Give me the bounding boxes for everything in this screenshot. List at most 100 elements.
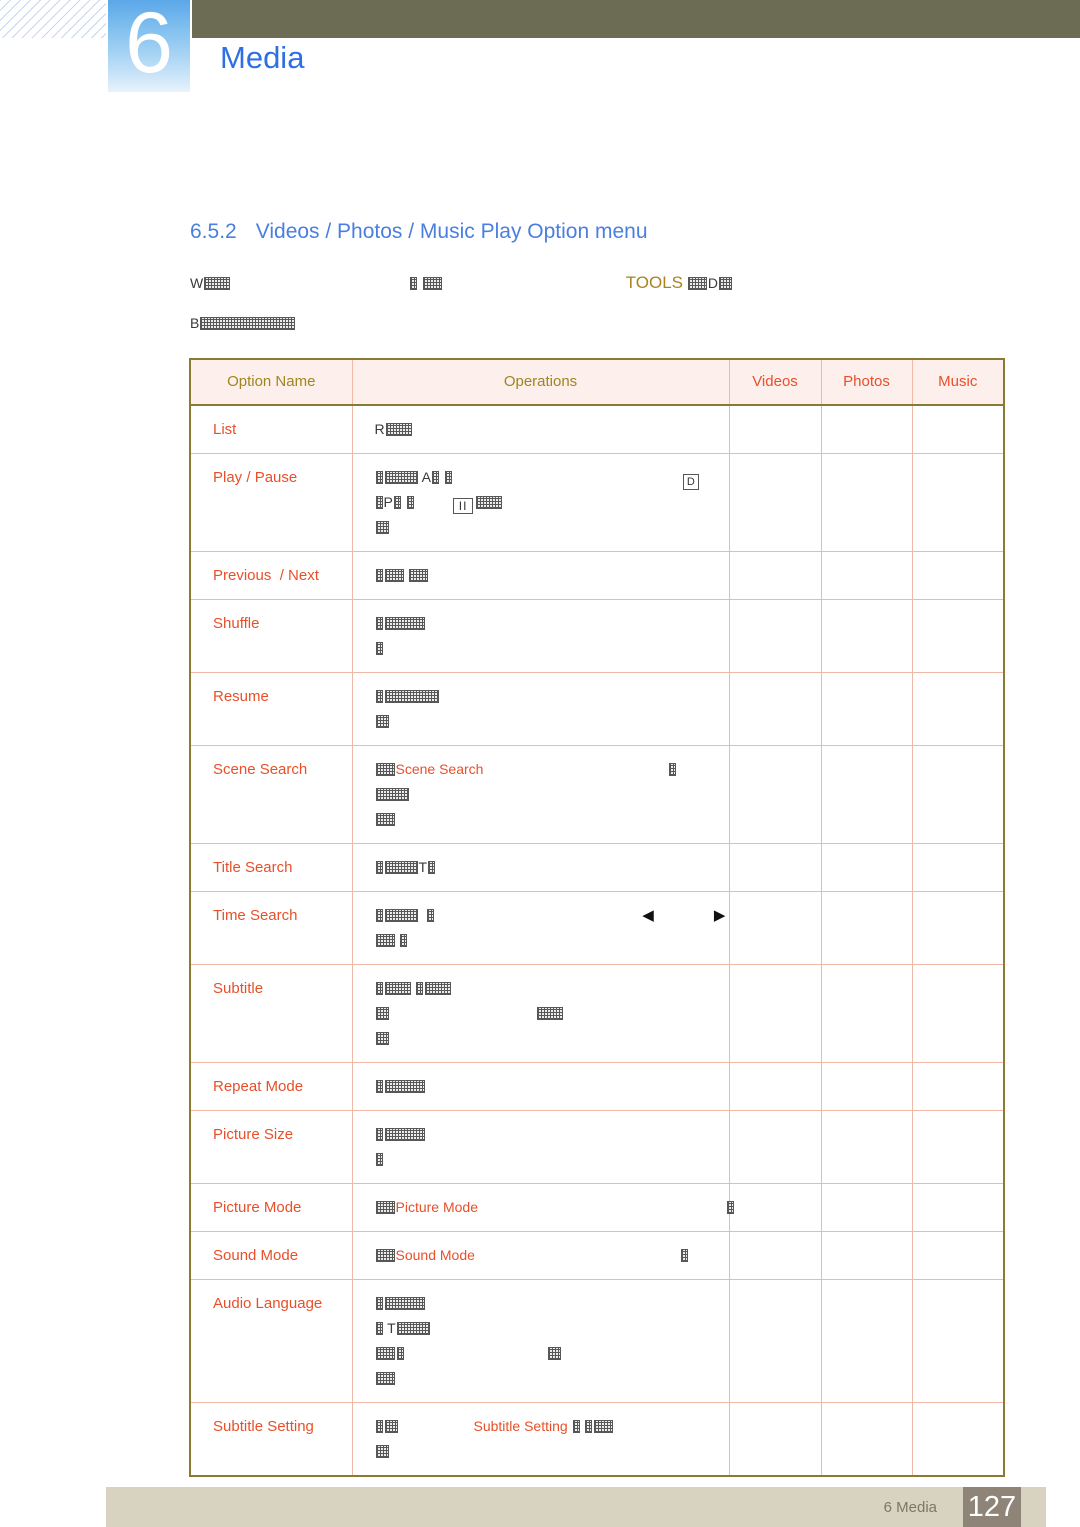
option-name-list: List — [189, 404, 353, 454]
support-music — [911, 1231, 1005, 1280]
label-previous: Previous — [213, 567, 272, 584]
label-slash: / — [246, 469, 251, 486]
support-videos — [728, 1110, 822, 1184]
intro-paragraph-1: W TOOLS D — [190, 273, 733, 293]
column-header-option-name: Option Name — [189, 358, 353, 406]
operation-line — [375, 1341, 729, 1366]
support-photos — [820, 1110, 913, 1184]
operations-time-search: ◀ ▶ — [351, 891, 730, 965]
operations-picture-size — [351, 1110, 730, 1184]
column-header-operations: Operations — [351, 358, 730, 406]
operation-line — [375, 807, 729, 832]
label-pause: Pause — [254, 469, 298, 486]
support-photos — [820, 1279, 913, 1403]
support-videos — [728, 1402, 822, 1477]
label-play: Play — [213, 469, 243, 486]
option-name-title-search: Title Search — [189, 843, 353, 892]
operation-line: A D — [375, 465, 729, 490]
support-photos — [820, 964, 913, 1063]
table-header-row: Option Name Operations Videos Photos Mus… — [189, 358, 1005, 406]
column-header-music: Music — [911, 358, 1005, 406]
option-name-previous-next: Previous / Next — [189, 551, 353, 600]
option-name-time-search: Time Search — [189, 891, 353, 965]
section-title: Videos / Photos / Music Play Option menu — [255, 220, 648, 243]
operations-list: R — [351, 404, 730, 454]
operation-line — [375, 782, 729, 807]
intro-prefix-w: W — [190, 275, 204, 291]
support-music — [911, 453, 1005, 552]
table-row: Play / Pause A D P II — [189, 453, 1005, 552]
redacted-glyphs — [422, 277, 442, 290]
support-videos — [728, 1231, 822, 1280]
pause-key-icon: II — [452, 498, 474, 514]
support-music — [911, 404, 1005, 454]
redacted-glyphs — [385, 423, 412, 436]
intro-paragraph-2: B — [190, 313, 296, 333]
support-photos — [820, 745, 913, 844]
operation-line — [375, 1291, 729, 1316]
support-music — [911, 1279, 1005, 1403]
table-row: Time Search ◀ ▶ — [189, 891, 1005, 965]
table-row: List R — [189, 404, 1005, 454]
operations-resume — [351, 672, 730, 746]
redacted-glyphs — [687, 277, 707, 290]
option-name-subtitle-setting: Subtitle Setting — [189, 1402, 353, 1477]
support-music — [911, 891, 1005, 965]
option-name-scene-search: Scene Search — [189, 745, 353, 844]
support-photos — [820, 672, 913, 746]
table-row: Title Search T — [189, 843, 1005, 892]
table-row: Scene Search Scene Search — [189, 745, 1005, 844]
support-videos — [728, 453, 822, 552]
footer-chapter-label: 6 Media — [883, 1499, 937, 1516]
redacted-glyphs — [410, 277, 417, 290]
support-music — [911, 964, 1005, 1063]
operation-line — [375, 709, 729, 734]
support-photos — [820, 1183, 913, 1232]
support-photos — [820, 599, 913, 673]
intro-prefix-b: B — [190, 315, 200, 331]
operations-picture-mode: Picture Mode — [351, 1183, 734, 1232]
operation-line — [375, 1001, 729, 1026]
operations-subtitle-setting: Subtitle Setting — [351, 1402, 730, 1477]
operation-line — [375, 1122, 729, 1147]
header-band — [192, 0, 1080, 38]
option-name-shuffle: Shuffle — [189, 599, 353, 673]
operation-line — [375, 1147, 729, 1172]
chapter-number: 6 — [125, 0, 173, 91]
redacted-glyphs — [200, 317, 296, 330]
tools-key-label: TOOLS — [625, 273, 683, 292]
operation-line — [375, 1366, 729, 1391]
operation-line — [375, 928, 729, 953]
support-photos — [820, 551, 913, 600]
support-music — [911, 1402, 1005, 1477]
operation-line: P II — [375, 490, 729, 515]
operation-line — [375, 684, 729, 709]
operation-line — [375, 976, 729, 1001]
option-name-picture-size: Picture Size — [189, 1110, 353, 1184]
chapter-title: Media — [220, 40, 305, 75]
option-name-subtitle: Subtitle — [189, 964, 353, 1063]
option-name-audio-language: Audio Language — [189, 1279, 353, 1403]
support-videos — [728, 599, 822, 673]
support-photos — [820, 1231, 913, 1280]
support-music — [911, 551, 1005, 600]
table-row: Sound Mode Sound Mode — [189, 1231, 1005, 1280]
redacted-glyphs — [719, 277, 733, 290]
option-name-resume: Resume — [189, 672, 353, 746]
support-music — [911, 672, 1005, 746]
column-header-videos: Videos — [728, 358, 822, 406]
operations-shuffle — [351, 599, 730, 673]
table-row: Subtitle — [189, 964, 1005, 1063]
operations-subtitle — [351, 964, 730, 1063]
support-music — [911, 599, 1005, 673]
operations-audio-language: T — [351, 1279, 730, 1403]
support-videos — [728, 1279, 822, 1403]
operation-line: Sound Mode — [375, 1243, 729, 1268]
table-row: Picture Size — [189, 1110, 1005, 1184]
option-name-repeat-mode: Repeat Mode — [189, 1062, 353, 1111]
operation-line — [375, 636, 729, 661]
support-photos — [820, 843, 913, 892]
support-videos — [728, 1183, 822, 1232]
operations-previous-next — [351, 551, 730, 600]
operations-sound-mode: Sound Mode — [351, 1231, 730, 1280]
